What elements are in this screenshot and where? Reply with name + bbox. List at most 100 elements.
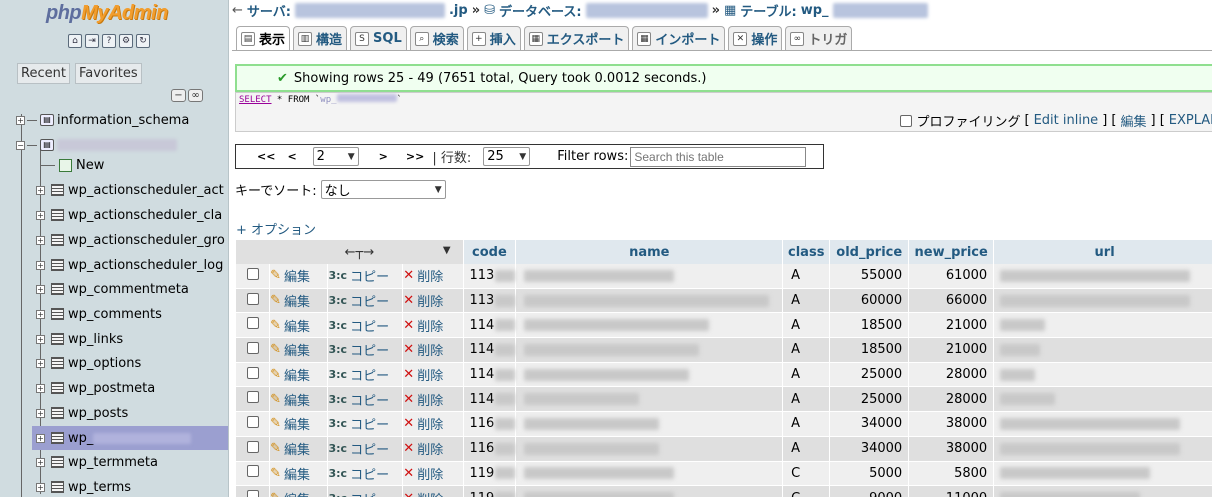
table-item[interactable]: + wp_actionscheduler_log (36, 253, 223, 277)
expand-icon[interactable]: + (16, 115, 25, 125)
docs-icon[interactable]: ? (102, 34, 116, 48)
cell-name[interactable] (516, 412, 784, 437)
cell-old-price[interactable]: 34000 (830, 436, 910, 462)
cell-url[interactable] (994, 338, 1212, 363)
cell-class[interactable]: A (783, 362, 831, 388)
favorites-button[interactable]: Favorites (74, 63, 142, 84)
home-icon[interactable]: ⌂ (68, 34, 82, 48)
tab-sql[interactable]: S SQL (350, 26, 407, 50)
cell-url[interactable] (994, 486, 1212, 497)
delete-button[interactable]: ✕削除 (403, 340, 443, 359)
edit-query-link[interactable]: 編集 (1120, 111, 1146, 130)
edit-button[interactable]: ✎編集 (270, 365, 310, 384)
prev-page-button[interactable]: < (287, 150, 296, 163)
back-arrow-icon[interactable]: ← (232, 3, 243, 18)
edit-button[interactable]: ✎編集 (270, 316, 310, 335)
options-link[interactable]: + オプション (236, 219, 316, 238)
breadcrumb-database-label[interactable]: データベース: (499, 1, 582, 20)
cell-new-price[interactable]: 28000 (909, 362, 995, 388)
copy-button[interactable]: 3:cコピー (328, 489, 389, 497)
tab-insert[interactable]: + 挿入 (466, 26, 521, 50)
edit-button[interactable]: ✎編集 (270, 414, 310, 433)
edit-button[interactable]: ✎編集 (270, 464, 310, 483)
table-row[interactable]: ✎ 編集 3:c コピー ✕ 削除 114 A 25000 28000 (236, 362, 1212, 388)
delete-button[interactable]: ✕削除 (403, 390, 443, 409)
copy-button[interactable]: 3:cコピー (328, 291, 389, 310)
cell-class[interactable]: C (783, 461, 831, 487)
column-header-new-price[interactable]: new_price (909, 240, 995, 264)
collapse-icon[interactable]: − (16, 140, 25, 150)
row-checkbox[interactable] (246, 366, 259, 379)
cell-new-price[interactable]: 21000 (909, 338, 995, 363)
column-header-url[interactable]: url (994, 240, 1212, 264)
expand-icon[interactable]: + (36, 260, 45, 270)
row-checkbox[interactable] (246, 341, 259, 354)
row-checkbox[interactable] (246, 391, 259, 404)
copy-button[interactable]: 3:cコピー (328, 390, 389, 409)
edit-button[interactable]: ✎編集 (270, 291, 310, 310)
table-row[interactable]: ✎ 編集 3:c コピー ✕ 削除 114 A 25000 28000 (236, 387, 1212, 413)
sql-keyword-select[interactable]: SELECT (239, 95, 272, 105)
row-checkbox[interactable] (246, 440, 259, 453)
edit-inline-link[interactable]: Edit inline (1034, 113, 1099, 128)
table-item[interactable]: + wp_comments (36, 302, 162, 326)
filter-rows-input[interactable] (630, 146, 807, 167)
cell-new-price[interactable]: 66000 (909, 288, 995, 314)
tab-browse[interactable]: ▤ 表示 (236, 26, 291, 50)
column-header-code[interactable]: code (463, 240, 517, 264)
cell-class[interactable]: A (783, 436, 831, 462)
cell-name[interactable] (516, 436, 784, 462)
copy-button[interactable]: 3:cコピー (328, 365, 389, 384)
table-row[interactable]: ✎ 編集 3:c コピー ✕ 削除 113 A 55000 61000 (236, 264, 1212, 289)
cell-code[interactable]: 119 (463, 486, 517, 497)
cell-old-price[interactable]: 5000 (830, 461, 910, 487)
tab-triggers[interactable]: ∞ トリガ (785, 26, 853, 50)
cell-name[interactable] (516, 362, 784, 388)
table-item[interactable]: + wp_options (36, 351, 141, 375)
cell-code[interactable]: 114 (463, 338, 517, 363)
cell-code[interactable]: 113 (463, 264, 517, 289)
table-item[interactable]: + wp_posts (36, 401, 128, 425)
page-select[interactable]: 2 ▼ (312, 147, 359, 166)
link-icon[interactable]: ∞ (188, 89, 203, 102)
cell-url[interactable] (994, 288, 1212, 314)
cell-name[interactable] (516, 387, 784, 413)
cell-new-price[interactable]: 21000 (909, 313, 995, 339)
sort-by-key-select[interactable]: なし ▼ (320, 180, 446, 199)
table-item[interactable]: + wp_links (36, 327, 123, 351)
cell-old-price[interactable]: 25000 (830, 362, 910, 388)
row-checkbox[interactable] (246, 465, 259, 478)
logout-icon[interactable]: ⇥ (85, 34, 99, 48)
next-page-button[interactable]: > (379, 150, 388, 163)
column-menu-chevron-icon[interactable]: ▼ (443, 245, 451, 256)
cell-code[interactable]: 116 (463, 412, 517, 437)
cell-class[interactable]: C (783, 486, 831, 497)
table-item[interactable]: + wp_actionscheduler_act (36, 178, 224, 202)
cell-new-price[interactable]: 28000 (909, 387, 995, 413)
cell-url[interactable] (994, 412, 1212, 437)
cell-old-price[interactable]: 25000 (830, 387, 910, 413)
profiling-checkbox[interactable] (900, 114, 913, 127)
cell-code[interactable]: 113 (463, 288, 517, 314)
breadcrumb-server-suffix[interactable]: .jp (449, 3, 468, 18)
table-row[interactable]: ✎ 編集 3:c コピー ✕ 削除 116 A 34000 38000 (236, 436, 1212, 462)
expand-icon[interactable]: + (36, 482, 45, 492)
cell-name[interactable] (516, 264, 784, 289)
expand-icon[interactable]: + (36, 185, 45, 195)
cell-url[interactable] (994, 313, 1212, 339)
tab-structure[interactable]: ▥ 構造 (293, 26, 348, 50)
expand-icon[interactable]: + (36, 309, 45, 319)
cell-old-price[interactable]: 34000 (830, 412, 910, 437)
row-checkbox[interactable] (246, 292, 259, 305)
table-row[interactable]: ✎ 編集 3:c コピー ✕ 削除 114 A 18500 21000 (236, 338, 1212, 363)
table-item[interactable]: + wp_actionscheduler_cla (36, 203, 222, 227)
cell-class[interactable]: A (783, 338, 831, 363)
tab-import[interactable]: ▦ インポート (632, 26, 726, 50)
cell-new-price[interactable]: 5800 (909, 461, 995, 487)
cell-old-price[interactable]: 9000 (830, 486, 910, 497)
breadcrumb-table-name[interactable]: wp_ (801, 3, 829, 18)
cell-class[interactable]: A (783, 288, 831, 314)
cell-code[interactable]: 114 (463, 362, 517, 388)
tab-operations[interactable]: ✕ 操作 (728, 26, 783, 50)
copy-button[interactable]: 3:cコピー (328, 439, 389, 458)
